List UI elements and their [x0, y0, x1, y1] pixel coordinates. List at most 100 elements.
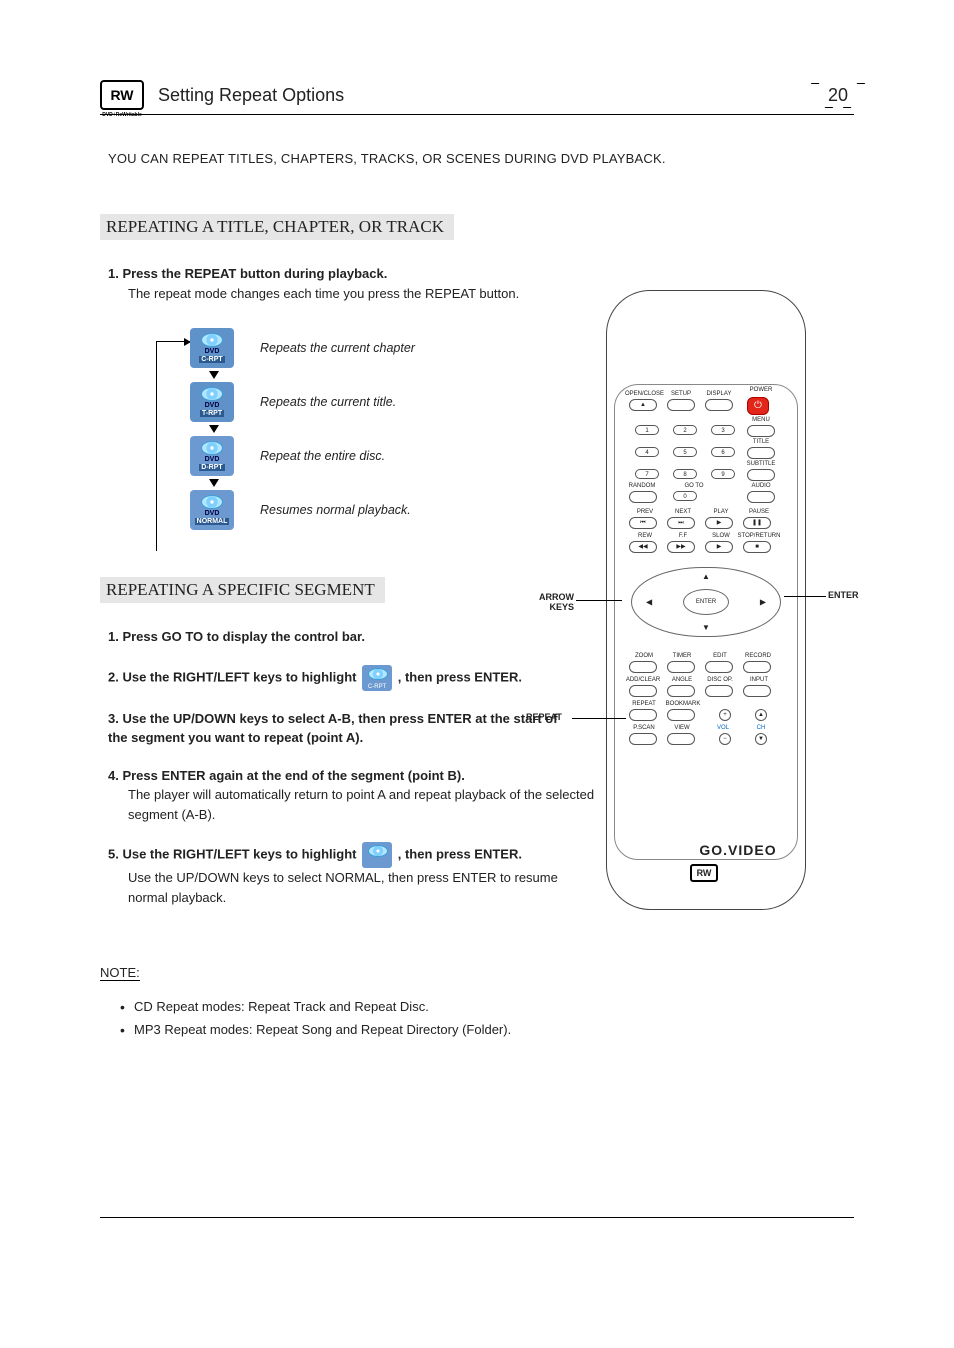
disc-icon	[201, 333, 223, 347]
s2-step2a: 2. Use the RIGHT/LEFT keys to highlight	[108, 669, 356, 684]
lbl-slow: SLOW	[707, 533, 735, 539]
disc-icon	[201, 441, 223, 455]
lbl-title: TITLE	[745, 439, 777, 445]
s2-step4-bold: 4. Press ENTER again at the end of the s…	[108, 766, 608, 786]
page-header: RW DVD+ReWritable Setting Repeat Options…	[100, 80, 854, 115]
lbl-pause: PAUSE	[743, 509, 775, 515]
s1-step1: 1. Press the REPEAT button during playba…	[108, 264, 560, 303]
s2-step5: 5. Use the RIGHT/LEFT keys to highlight …	[108, 842, 560, 907]
s2-step4-body: The player will automatically return to …	[128, 785, 608, 824]
arrow-left-icon: ◀	[646, 598, 652, 607]
flow-row-normal: DVD NORMAL Resumes normal playback.	[190, 483, 560, 537]
state-label: T-RPT	[200, 410, 224, 417]
lbl-setup: SETUP	[667, 391, 695, 397]
disc-icon	[201, 495, 223, 509]
s1-step1-body: The repeat mode changes each time you pr…	[128, 284, 560, 304]
flow-row-drpt: DVD D-RPT Repeat the entire disc.	[190, 429, 560, 483]
btn-pscan	[629, 733, 657, 745]
flow-desc: Repeats the current title.	[260, 395, 396, 409]
lbl-stop: STOP/RETURN	[737, 533, 781, 539]
btn-timer	[667, 661, 695, 673]
btn-num9: 9	[711, 469, 735, 479]
heading-repeat-segment: REPEATING A SPECIFIC SEGMENT	[100, 577, 385, 603]
btn-play: ▶	[705, 517, 733, 529]
lbl-play: PLAY	[707, 509, 735, 515]
btn-num3: 3	[711, 425, 735, 435]
remote-panel: OPEN/CLOSE SETUP DISPLAY POWER ▲ ⏻ MENU …	[614, 384, 798, 860]
state-label: C-RPT	[199, 356, 224, 363]
btn-repeat	[629, 709, 657, 721]
section-repeat-segment: REPEATING A SPECIFIC SEGMENT 1. Press GO…	[100, 577, 560, 907]
notes-section: NOTE: CD Repeat modes: Repeat Track and …	[100, 925, 854, 1042]
s2-step3: 3. Use the UP/DOWN keys to select A-B, t…	[108, 709, 560, 748]
flow-desc: Repeat the entire disc.	[260, 449, 385, 463]
rw-badge-icon: RW DVD+ReWritable	[100, 80, 144, 110]
lbl-ch: CH	[749, 725, 773, 731]
lbl-vol: VOL	[711, 725, 735, 731]
btn-discop	[705, 685, 733, 697]
lbl-timer: TIMER	[667, 653, 697, 659]
s2-step2b: , then press ENTER.	[398, 669, 522, 684]
lbl-pscan: P.SCAN	[629, 725, 659, 731]
lbl-openclose: OPEN/CLOSE	[625, 391, 659, 397]
lbl-addclear: ADD/CLEAR	[623, 677, 663, 683]
btn-angle	[667, 685, 695, 697]
lbl-rew: REW	[631, 533, 659, 539]
rw-badge-sub: DVD+ReWritable	[92, 112, 152, 118]
btn-num1: 1	[635, 425, 659, 435]
callout-line	[576, 600, 622, 601]
flow-arrow-in	[156, 341, 190, 342]
btn-ch-up: ▲	[755, 709, 767, 721]
btn-title	[747, 447, 775, 459]
s2-step1-text: 1. Press GO TO to display the control ba…	[108, 627, 560, 647]
lbl-audio: AUDIO	[745, 483, 777, 489]
state-label: NORMAL	[195, 518, 230, 525]
btn-display	[705, 399, 733, 411]
callout-line	[572, 718, 626, 719]
intro-text: YOU CAN REPEAT TITLES, CHAPTERS, TRACKS,…	[108, 151, 854, 166]
repeat-flow-diagram: DVD C-RPT Repeats the current chapter DV…	[190, 321, 560, 537]
lbl-menu: MENU	[745, 417, 777, 423]
s2-step5a: 5. Use the RIGHT/LEFT keys to highlight	[108, 846, 356, 861]
btn-rew: ◀◀	[629, 541, 657, 553]
btn-num8: 8	[673, 469, 697, 479]
lbl-goto: GO TO	[679, 483, 709, 489]
note-item: MP3 Repeat modes: Repeat Song and Repeat…	[120, 1018, 854, 1041]
btn-slow: ▶	[705, 541, 733, 553]
lbl-discop: DISC OP.	[703, 677, 737, 683]
flow-row-crpt: DVD C-RPT Repeats the current chapter	[190, 321, 560, 375]
page-number: 20	[822, 85, 854, 106]
btn-subtitle	[747, 469, 775, 481]
notes-list: CD Repeat modes: Repeat Track and Repeat…	[120, 995, 854, 1042]
btn-random	[629, 491, 657, 503]
remote-diagram: OPEN/CLOSE SETUP DISPLAY POWER ▲ ⏻ MENU …	[570, 290, 870, 910]
btn-ff: ▶▶	[667, 541, 695, 553]
btn-ch-down: ▼	[755, 733, 767, 745]
btn-view	[667, 733, 695, 745]
heading-repeat-tct: REPEATING A TITLE, CHAPTER, OR TRACK	[100, 214, 454, 240]
btn-num0: 0	[673, 491, 697, 501]
btn-pause: ❚❚	[743, 517, 771, 529]
btn-input	[743, 685, 771, 697]
inline-crpt-icon: C-RPT	[362, 665, 392, 691]
state-icon-trpt: DVD T-RPT	[190, 382, 234, 422]
btn-vol-up: +	[719, 709, 731, 721]
btn-menu	[747, 425, 775, 437]
btn-stop: ■	[743, 541, 771, 553]
btn-addclear	[629, 685, 657, 697]
btn-audio	[747, 491, 775, 503]
notes-heading: NOTE:	[100, 965, 140, 981]
callout-repeat: REPEAT	[526, 712, 562, 722]
s2-step5b: , then press ENTER.	[398, 846, 522, 861]
btn-edit	[705, 661, 733, 673]
btn-num5: 5	[673, 447, 697, 457]
s2-step4: 4. Press ENTER again at the end of the s…	[108, 766, 608, 825]
rw-badge-text: RW	[110, 87, 133, 103]
lbl-view: VIEW	[667, 725, 697, 731]
btn-setup	[667, 399, 695, 411]
s2-step2: 2. Use the RIGHT/LEFT keys to highlight …	[108, 665, 560, 691]
callout-line	[784, 596, 826, 597]
disc-icon	[201, 387, 223, 401]
lbl-prev: PREV	[631, 509, 659, 515]
state-icon-crpt: DVD C-RPT	[190, 328, 234, 368]
